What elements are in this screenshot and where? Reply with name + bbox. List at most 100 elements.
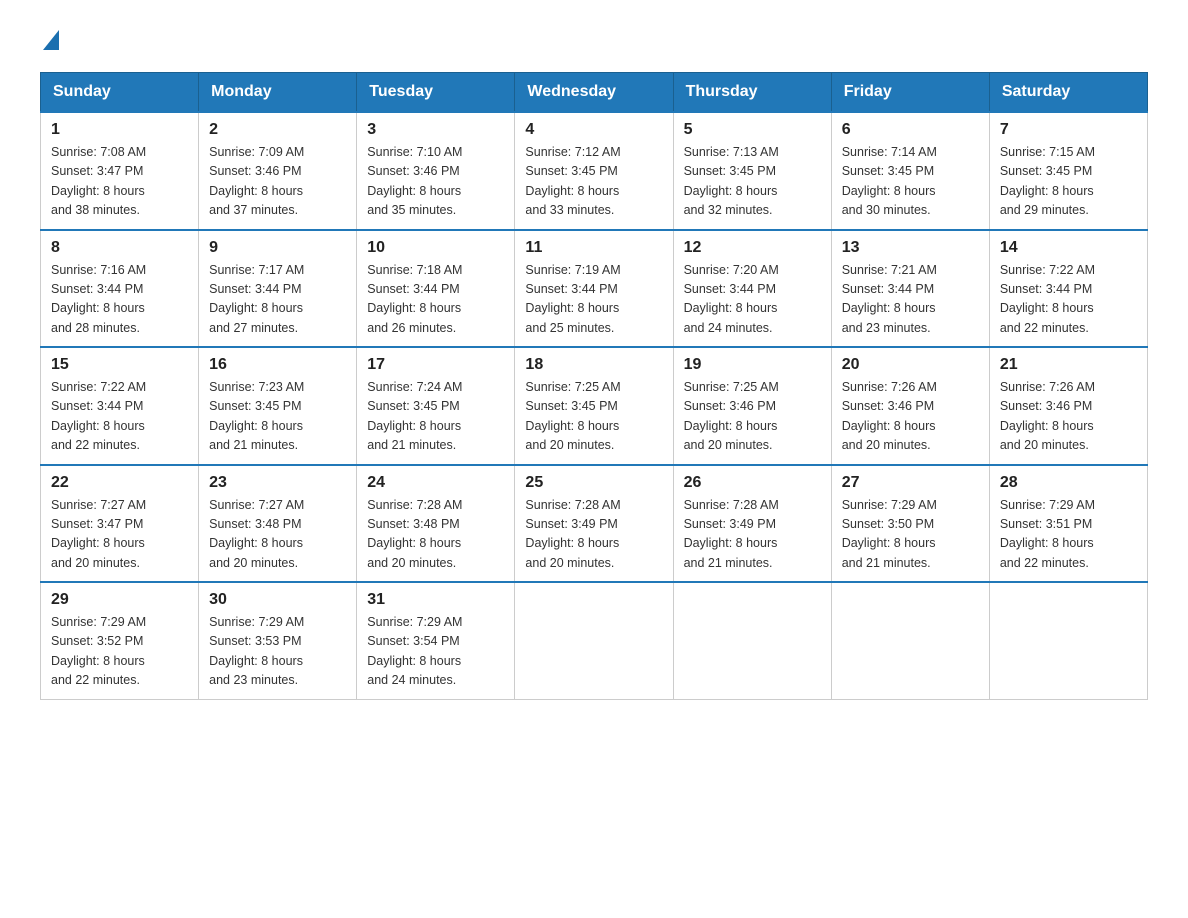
day-info: Sunrise: 7:26 AMSunset: 3:46 PMDaylight:… — [1000, 378, 1137, 456]
day-info: Sunrise: 7:22 AMSunset: 3:44 PMDaylight:… — [1000, 261, 1137, 339]
day-number: 13 — [842, 239, 979, 257]
day-info: Sunrise: 7:28 AMSunset: 3:48 PMDaylight:… — [367, 496, 504, 574]
day-number: 18 — [525, 356, 662, 374]
day-number: 10 — [367, 239, 504, 257]
calendar-cell: 26 Sunrise: 7:28 AMSunset: 3:49 PMDayligh… — [673, 465, 831, 583]
day-info: Sunrise: 7:29 AMSunset: 3:51 PMDaylight:… — [1000, 496, 1137, 574]
weekday-header-friday: Friday — [831, 73, 989, 113]
day-info: Sunrise: 7:13 AMSunset: 3:45 PMDaylight:… — [684, 143, 821, 221]
calendar-cell: 27 Sunrise: 7:29 AMSunset: 3:50 PMDayligh… — [831, 465, 989, 583]
calendar-cell: 5 Sunrise: 7:13 AMSunset: 3:45 PMDaylight… — [673, 112, 831, 230]
day-info: Sunrise: 7:20 AMSunset: 3:44 PMDaylight:… — [684, 261, 821, 339]
day-info: Sunrise: 7:23 AMSunset: 3:45 PMDaylight:… — [209, 378, 346, 456]
day-number: 16 — [209, 356, 346, 374]
calendar-cell: 4Sunrise: 7:12 AMSunset: 3:45 PMDaylight… — [515, 112, 673, 230]
weekday-header-tuesday: Tuesday — [357, 73, 515, 113]
weekday-header-row: SundayMondayTuesdayWednesdayThursdayFrid… — [41, 73, 1148, 113]
day-number: 8 — [51, 239, 188, 257]
calendar-table: SundayMondayTuesdayWednesdayThursdayFrid… — [40, 72, 1148, 700]
calendar-cell: 30Sunrise: 7:29 AMSunset: 3:53 PMDayligh… — [199, 582, 357, 699]
day-number: 14 — [1000, 239, 1137, 257]
calendar-cell: 20 Sunrise: 7:26 AMSunset: 3:46 PMDayligh… — [831, 347, 989, 465]
day-info: Sunrise: 7:27 AMSunset: 3:48 PMDaylight:… — [209, 496, 346, 574]
day-number: 23 — [209, 474, 346, 492]
day-number: 6 — [842, 121, 979, 139]
calendar-cell: 2 Sunrise: 7:09 AMSunset: 3:46 PMDaylight… — [199, 112, 357, 230]
calendar-week-4: 22 Sunrise: 7:27 AMSunset: 3:47 PMDayligh… — [41, 465, 1148, 583]
weekday-header-thursday: Thursday — [673, 73, 831, 113]
calendar-cell: 23 Sunrise: 7:27 AMSunset: 3:48 PMDayligh… — [199, 465, 357, 583]
day-number: 31 — [367, 591, 504, 609]
calendar-week-3: 15 Sunrise: 7:22 AMSunset: 3:44 PMDayligh… — [41, 347, 1148, 465]
day-info: Sunrise: 7:09 AMSunset: 3:46 PMDaylight:… — [209, 143, 346, 221]
day-number: 30 — [209, 591, 346, 609]
calendar-cell: 7 Sunrise: 7:15 AMSunset: 3:45 PMDaylight… — [989, 112, 1147, 230]
day-number: 3 — [367, 121, 504, 139]
calendar-cell: 1 Sunrise: 7:08 AMSunset: 3:47 PMDaylight… — [41, 112, 199, 230]
day-info: Sunrise: 7:29 AMSunset: 3:54 PMDaylight:… — [367, 613, 504, 691]
day-number: 4 — [525, 121, 662, 139]
calendar-cell: 17 Sunrise: 7:24 AMSunset: 3:45 PMDayligh… — [357, 347, 515, 465]
calendar-cell — [673, 582, 831, 699]
day-info: Sunrise: 7:19 AMSunset: 3:44 PMDaylight:… — [525, 261, 662, 339]
day-number: 12 — [684, 239, 821, 257]
calendar-cell: 9Sunrise: 7:17 AMSunset: 3:44 PMDaylight… — [199, 230, 357, 348]
page-header — [40, 30, 1148, 52]
calendar-cell: 29 Sunrise: 7:29 AMSunset: 3:52 PMDayligh… — [41, 582, 199, 699]
day-info: Sunrise: 7:27 AMSunset: 3:47 PMDaylight:… — [51, 496, 188, 574]
weekday-header-sunday: Sunday — [41, 73, 199, 113]
calendar-cell — [831, 582, 989, 699]
day-number: 15 — [51, 356, 188, 374]
calendar-cell: 28 Sunrise: 7:29 AMSunset: 3:51 PMDayligh… — [989, 465, 1147, 583]
calendar-cell: 10 Sunrise: 7:18 AMSunset: 3:44 PMDayligh… — [357, 230, 515, 348]
calendar-cell — [989, 582, 1147, 699]
day-number: 21 — [1000, 356, 1137, 374]
day-number: 17 — [367, 356, 504, 374]
calendar-week-5: 29 Sunrise: 7:29 AMSunset: 3:52 PMDayligh… — [41, 582, 1148, 699]
calendar-cell: 18 Sunrise: 7:25 AMSunset: 3:45 PMDayligh… — [515, 347, 673, 465]
day-info: Sunrise: 7:28 AMSunset: 3:49 PMDaylight:… — [684, 496, 821, 574]
day-info: Sunrise: 7:29 AMSunset: 3:52 PMDaylight:… — [51, 613, 188, 691]
calendar-cell: 14 Sunrise: 7:22 AMSunset: 3:44 PMDayligh… — [989, 230, 1147, 348]
day-number: 27 — [842, 474, 979, 492]
day-number: 19 — [684, 356, 821, 374]
calendar-cell: 24 Sunrise: 7:28 AMSunset: 3:48 PMDayligh… — [357, 465, 515, 583]
calendar-cell — [515, 582, 673, 699]
day-info: Sunrise: 7:21 AMSunset: 3:44 PMDaylight:… — [842, 261, 979, 339]
calendar-cell: 6 Sunrise: 7:14 AMSunset: 3:45 PMDaylight… — [831, 112, 989, 230]
day-number: 1 — [51, 121, 188, 139]
calendar-cell: 16 Sunrise: 7:23 AMSunset: 3:45 PMDayligh… — [199, 347, 357, 465]
day-info: Sunrise: 7:29 AMSunset: 3:50 PMDaylight:… — [842, 496, 979, 574]
day-info: Sunrise: 7:14 AMSunset: 3:45 PMDaylight:… — [842, 143, 979, 221]
day-info: Sunrise: 7:25 AMSunset: 3:45 PMDaylight:… — [525, 378, 662, 456]
day-info: Sunrise: 7:16 AMSunset: 3:44 PMDaylight:… — [51, 261, 188, 339]
calendar-week-2: 8 Sunrise: 7:16 AMSunset: 3:44 PMDaylight… — [41, 230, 1148, 348]
day-info: Sunrise: 7:15 AMSunset: 3:45 PMDaylight:… — [1000, 143, 1137, 221]
day-number: 7 — [1000, 121, 1137, 139]
calendar-cell: 13 Sunrise: 7:21 AMSunset: 3:44 PMDayligh… — [831, 230, 989, 348]
day-number: 28 — [1000, 474, 1137, 492]
calendar-cell: 3 Sunrise: 7:10 AMSunset: 3:46 PMDaylight… — [357, 112, 515, 230]
calendar-cell: 11Sunrise: 7:19 AMSunset: 3:44 PMDayligh… — [515, 230, 673, 348]
day-info: Sunrise: 7:22 AMSunset: 3:44 PMDaylight:… — [51, 378, 188, 456]
day-info: Sunrise: 7:28 AMSunset: 3:49 PMDaylight:… — [525, 496, 662, 574]
day-number: 24 — [367, 474, 504, 492]
day-info: Sunrise: 7:26 AMSunset: 3:46 PMDaylight:… — [842, 378, 979, 456]
day-info: Sunrise: 7:18 AMSunset: 3:44 PMDaylight:… — [367, 261, 504, 339]
day-number: 20 — [842, 356, 979, 374]
day-number: 22 — [51, 474, 188, 492]
day-number: 2 — [209, 121, 346, 139]
logo — [40, 30, 62, 52]
weekday-header-saturday: Saturday — [989, 73, 1147, 113]
day-info: Sunrise: 7:08 AMSunset: 3:47 PMDaylight:… — [51, 143, 188, 221]
calendar-cell: 21 Sunrise: 7:26 AMSunset: 3:46 PMDayligh… — [989, 347, 1147, 465]
day-number: 5 — [684, 121, 821, 139]
calendar-cell: 31 Sunrise: 7:29 AMSunset: 3:54 PMDayligh… — [357, 582, 515, 699]
day-number: 9 — [209, 239, 346, 257]
day-info: Sunrise: 7:10 AMSunset: 3:46 PMDaylight:… — [367, 143, 504, 221]
day-info: Sunrise: 7:24 AMSunset: 3:45 PMDaylight:… — [367, 378, 504, 456]
day-number: 26 — [684, 474, 821, 492]
calendar-cell: 15 Sunrise: 7:22 AMSunset: 3:44 PMDayligh… — [41, 347, 199, 465]
calendar-cell: 19Sunrise: 7:25 AMSunset: 3:46 PMDayligh… — [673, 347, 831, 465]
day-number: 29 — [51, 591, 188, 609]
